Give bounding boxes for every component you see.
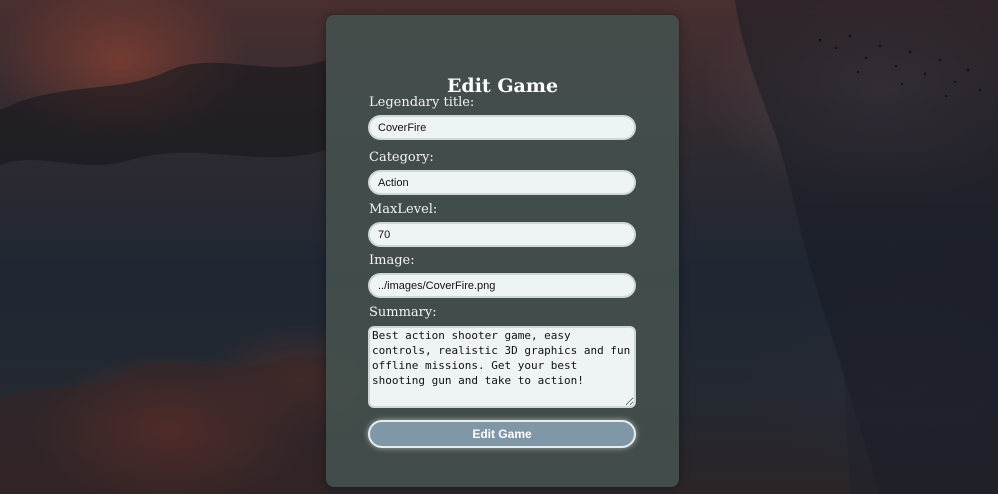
title-label: Legendary title: bbox=[369, 95, 475, 110]
image-input[interactable] bbox=[368, 273, 636, 298]
summary-label: Summary: bbox=[369, 305, 437, 320]
edit-game-card: Edit Game Legendary title: Category: Max… bbox=[326, 15, 679, 487]
category-label: Category: bbox=[369, 150, 434, 165]
max-level-label: MaxLevel: bbox=[369, 202, 438, 217]
image-label: Image: bbox=[369, 253, 415, 268]
title-input[interactable] bbox=[368, 115, 636, 140]
edit-game-button[interactable]: Edit Game bbox=[368, 420, 636, 448]
summary-textarea[interactable]: Best action shooter game, easy controls,… bbox=[368, 326, 636, 408]
page-title: Edit Game bbox=[446, 75, 559, 97]
category-input[interactable] bbox=[368, 170, 636, 195]
max-level-input[interactable] bbox=[368, 222, 636, 247]
